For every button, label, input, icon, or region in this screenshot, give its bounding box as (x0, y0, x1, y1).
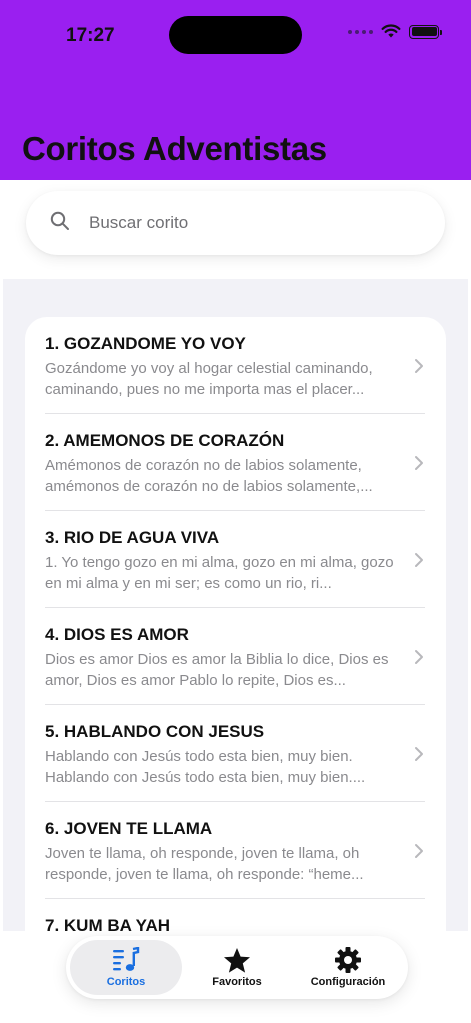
wifi-icon (381, 24, 401, 38)
dynamic-island (169, 16, 302, 54)
song-list: 1. GOZANDOME YO VOY Gozándome yo voy al … (25, 317, 446, 931)
music-list-icon (113, 947, 140, 971)
tab-label: Coritos (106, 976, 146, 988)
song-title: 6. JOVEN TE LLAMA (45, 819, 213, 838)
song-title: 2. AMEMONOS DE CORAZÓN (45, 431, 285, 450)
song-row[interactable]: 7. KUM BA YAH (25, 899, 446, 931)
song-row[interactable]: 1. GOZANDOME YO VOY Gozándome yo voy al … (25, 317, 446, 414)
song-title: 7. KUM BA YAH (45, 916, 171, 931)
tab-bar: Coritos Favoritos Configuración (66, 936, 408, 999)
song-preview: Joven te llama, oh responde, joven te ll… (45, 845, 364, 883)
chevron-right-icon (415, 747, 423, 761)
song-title: 1. GOZANDOME YO VOY (45, 334, 246, 353)
song-preview: Hablando con Jesús todo esta bien, muy b… (45, 748, 366, 786)
song-title: 4. DIOS ES AMOR (45, 625, 189, 644)
search-input[interactable] (89, 208, 419, 238)
song-title: 3. RIO DE AGUA VIVA (45, 528, 220, 547)
chevron-right-icon (415, 650, 423, 664)
chevron-right-icon (415, 844, 423, 858)
song-title: 5. HABLANDO CON JESUS (45, 722, 265, 741)
song-preview: Dios es amor Dios es amor la Biblia lo d… (45, 651, 389, 689)
song-preview: 1. Yo tengo gozo en mi alma, gozo en mi … (45, 554, 394, 592)
song-row[interactable]: 5. HABLANDO CON JESUS Hablando con Jesús… (25, 705, 446, 802)
song-row[interactable]: 4. DIOS ES AMOR Dios es amor Dios es amo… (25, 608, 446, 705)
song-row[interactable]: 3. RIO DE AGUA VIVA 1. Yo tengo gozo en … (25, 511, 446, 608)
app-header: 17:27 Coritos Adventistas (0, 0, 471, 180)
cellular-signal-icon (348, 29, 373, 34)
tab-configuracion[interactable]: Configuración (292, 940, 404, 995)
battery-icon (409, 24, 442, 39)
tab-label: Configuración (310, 976, 386, 988)
tab-label: Favoritos (212, 976, 262, 988)
tab-coritos[interactable]: Coritos (70, 940, 182, 995)
song-row[interactable]: 2. AMEMONOS DE CORAZÓN Amémonos de coraz… (25, 414, 446, 511)
status-time: 17:27 (66, 25, 115, 46)
status-icons (348, 24, 442, 39)
song-preview: Gozándome yo voy al hogar celestial cami… (45, 360, 373, 398)
chevron-right-icon (415, 553, 423, 567)
chevron-right-icon (415, 456, 423, 470)
search-icon (50, 211, 69, 230)
star-icon (224, 947, 250, 973)
page-title: Coritos Adventistas (22, 130, 327, 167)
gear-icon (335, 947, 361, 973)
chevron-right-icon (415, 359, 423, 373)
song-row[interactable]: 6. JOVEN TE LLAMA Joven te llama, oh res… (25, 802, 446, 899)
song-list-container: 1. GOZANDOME YO VOY Gozándome yo voy al … (3, 279, 468, 931)
tab-favoritos[interactable]: Favoritos (181, 940, 293, 995)
song-preview: Amémonos de corazón no de labios solamen… (45, 457, 373, 495)
